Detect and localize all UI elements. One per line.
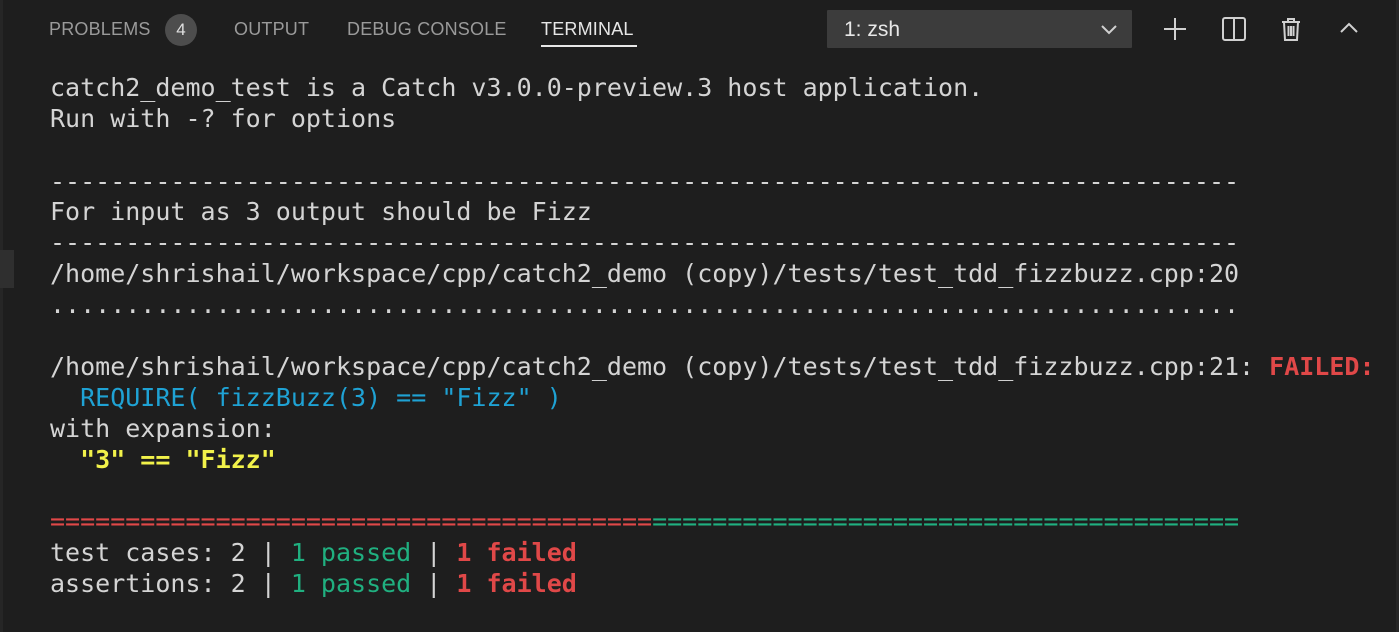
test-cases-summary: test cases: 2 | 1 passed | 1 failed [50, 538, 577, 568]
assertions-label: assertions: 2 | [50, 569, 291, 598]
chevron-down-icon [1098, 18, 1120, 45]
trash-icon[interactable] [1276, 14, 1306, 44]
assertions-passed: 1 passed [290, 569, 412, 598]
summary-bar: ========================================… [50, 507, 1239, 537]
tab-output[interactable]: OUTPUT [234, 19, 309, 40]
failure-location: /home/shrishail/workspace/cpp/catch2_dem… [50, 352, 1270, 381]
test-case-name: For input as 3 output should be Fizz [50, 197, 592, 226]
test-cases-passed: 1 passed [290, 538, 412, 567]
test-cases-label: test cases: 2 | [50, 538, 291, 567]
require-expression: REQUIRE( fizzBuzz(3) == "Fizz" ) [50, 383, 562, 412]
terminal-line: catch2_demo_test is a Catch v3.0.0-previ… [50, 73, 984, 102]
terminal-line: Run with -? for options [50, 104, 397, 133]
sash-marker[interactable] [0, 250, 14, 288]
separator-line: ----------------------------------------… [50, 228, 1240, 257]
problems-count-badge: 4 [165, 14, 197, 46]
panel-tab-bar: PROBLEMS 4 OUTPUT DEBUG CONSOLE TERMINAL… [0, 0, 1399, 60]
test-location: /home/shrishail/workspace/cpp/catch2_dem… [50, 259, 1240, 288]
active-tab-indicator [541, 45, 637, 47]
terminal-output[interactable]: catch2_demo_test is a Catch v3.0.0-previ… [50, 0, 1375, 598]
terminal-select[interactable]: 1: zsh [827, 10, 1132, 48]
failure-line: /home/shrishail/workspace/cpp/catch2_dem… [50, 352, 1375, 382]
test-cases-separator: | [411, 538, 457, 567]
tab-debug-console[interactable]: DEBUG CONSOLE [347, 19, 507, 40]
expansion-value: "3" == "Fizz" [50, 445, 276, 474]
assertions-failed: 1 failed [456, 569, 577, 598]
separator-line: ----------------------------------------… [50, 167, 1240, 196]
assertions-separator: | [411, 569, 457, 598]
tab-terminal[interactable]: TERMINAL [541, 19, 634, 40]
summary-bar-failed: ======================================== [50, 507, 653, 536]
left-edge [0, 0, 3, 632]
dots-line: ........................................… [50, 290, 1240, 319]
failed-label: FAILED: [1269, 352, 1375, 381]
with-expansion-label: with expansion: [50, 414, 276, 443]
terminal-select-value: 1: zsh [844, 18, 901, 41]
summary-bar-passed: ======================================= [652, 507, 1240, 536]
test-cases-failed: 1 failed [456, 538, 577, 567]
assertions-summary: assertions: 2 | 1 passed | 1 failed [50, 569, 577, 599]
plus-icon[interactable] [1160, 14, 1190, 44]
chevron-up-icon[interactable] [1334, 14, 1364, 44]
split-icon[interactable] [1219, 14, 1249, 44]
